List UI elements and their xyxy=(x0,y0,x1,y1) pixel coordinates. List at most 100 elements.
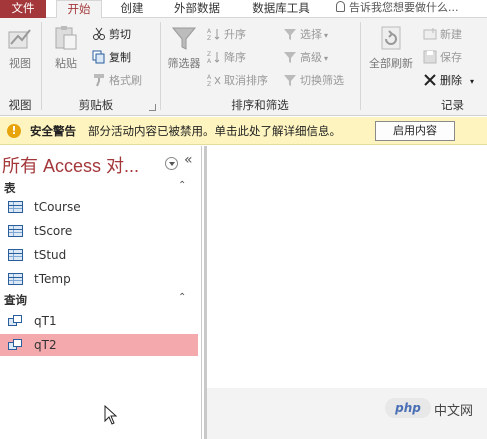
refresh-all-label: 全部刷新 xyxy=(369,57,413,70)
tab-home[interactable]: 开始 xyxy=(56,0,102,19)
clear-sort-button[interactable]: A Z 取消排序 xyxy=(207,72,268,90)
dialog-launcher-icon[interactable] xyxy=(149,104,156,111)
nav-section-label: 查询 xyxy=(4,293,27,307)
table-icon xyxy=(8,225,23,237)
cut-button[interactable]: 剪切 xyxy=(92,26,131,44)
nav-section-tables[interactable]: 表 ⌃ xyxy=(0,179,202,197)
filter-label: 筛选器 xyxy=(167,57,201,70)
svg-text:A: A xyxy=(207,74,212,81)
selection-button[interactable]: 选择 ▾ xyxy=(283,26,328,44)
nav-item-tscore[interactable]: tScore xyxy=(0,220,198,242)
chevron-up-icon[interactable]: ⌃ xyxy=(178,292,186,303)
copy-button[interactable]: 复制 xyxy=(92,49,131,67)
chevron-down-icon: ▾ xyxy=(470,77,475,86)
table-icon xyxy=(8,273,23,285)
funnel-icon xyxy=(170,24,198,52)
copy-icon xyxy=(92,50,106,64)
view-button[interactable]: 视图 xyxy=(2,24,38,71)
table-icon xyxy=(8,249,23,261)
nav-pane-title[interactable]: 所有 Access 对... xyxy=(2,152,139,178)
svg-text:A: A xyxy=(207,58,212,64)
sort-ascending-button[interactable]: A Z 升序 xyxy=(207,26,246,44)
tab-database-tools[interactable]: 数据库工具 xyxy=(242,0,320,18)
nav-item-tcourse[interactable]: tCourse xyxy=(0,196,198,218)
watermark: php 中文网 xyxy=(385,398,485,420)
svg-text:Z: Z xyxy=(207,35,211,41)
security-warning-bar: ! 安全警告 部分活动内容已被禁用。单击此处了解详细信息。 启用内容 xyxy=(0,117,487,145)
nav-section-queries[interactable]: 查询 ⌃ xyxy=(0,291,202,309)
nav-item-ttemp[interactable]: tTemp xyxy=(0,268,198,290)
nav-item-qt1[interactable]: qT1 xyxy=(0,310,198,332)
nav-item-label: tStud xyxy=(34,248,67,262)
security-warning-title: 安全警告 xyxy=(30,124,76,138)
svg-text:Z: Z xyxy=(207,81,211,87)
advanced-filter-icon xyxy=(283,50,297,64)
copy-label: 复制 xyxy=(109,51,131,64)
tell-me-search[interactable]: 告诉我您想要做什么... xyxy=(336,0,459,18)
view-label: 视图 xyxy=(9,57,31,70)
nav-item-label: qT2 xyxy=(34,338,57,352)
filter-button[interactable]: 筛选器 xyxy=(163,24,205,71)
nav-item-label: tScore xyxy=(34,224,73,238)
nav-item-qt2[interactable]: qT2 xyxy=(0,334,198,356)
ribbon: 视图 视图 粘贴 剪切 复制 格式刷 剪贴板 筛选器 A Z 升序 Z A 降序… xyxy=(0,18,487,116)
paste-button[interactable]: 粘贴 xyxy=(48,24,84,71)
tab-external-data[interactable]: 外部数据 xyxy=(164,0,230,18)
paste-label: 粘贴 xyxy=(55,57,77,70)
group-clipboard: 粘贴 剪切 复制 格式刷 剪贴板 xyxy=(42,18,160,116)
refresh-all-button[interactable]: 全部刷新 xyxy=(365,24,417,71)
nav-section-label: 表 xyxy=(4,181,16,195)
save-button[interactable]: 保存 xyxy=(423,49,462,67)
toggle-filter-button[interactable]: 切换筛选 xyxy=(283,72,344,90)
group-sort-filter: 筛选器 A Z 升序 Z A 降序 A Z 取消排序 选择 ▾ 高级 ▾ 切换筛选 排序和筛选 xyxy=(161,18,359,116)
cut-label: 剪切 xyxy=(109,28,131,41)
advanced-label: 高级 xyxy=(300,51,322,64)
nav-dropdown-icon[interactable] xyxy=(165,157,178,170)
group-view-label: 视图 xyxy=(8,98,32,112)
group-records: 全部刷新 新建 保存 删除 ▾ 记录 xyxy=(361,18,487,116)
collapse-pane-icon[interactable]: « xyxy=(184,152,193,168)
query-icon xyxy=(8,315,23,327)
new-record-label: 新建 xyxy=(440,28,462,41)
group-clipboard-label: 剪贴板 xyxy=(78,98,114,112)
chevron-up-icon[interactable]: ⌃ xyxy=(178,180,186,191)
delete-label: 删除 xyxy=(440,74,462,87)
nav-item-label: tCourse xyxy=(34,200,81,214)
php-logo: php xyxy=(385,398,431,418)
advanced-button[interactable]: 高级 ▾ xyxy=(283,49,328,67)
security-warning-message[interactable]: 部分活动内容已被禁用。单击此处了解详细信息。 xyxy=(88,123,341,139)
enable-content-button[interactable]: 启用内容 xyxy=(375,121,455,141)
navigation-pane: 所有 Access 对... « 表 ⌃ tCourse tScore tStu… xyxy=(0,146,202,439)
delete-x-icon xyxy=(423,73,437,87)
paste-icon xyxy=(52,24,80,52)
watermark-text: 中文网 xyxy=(434,404,474,419)
selection-label: 选择 xyxy=(300,28,322,41)
delete-button[interactable]: 删除 ▾ xyxy=(423,72,474,90)
format-painter-button[interactable]: 格式刷 xyxy=(92,72,142,90)
ribbon-tab-bar: 文件 开始 创建 外部数据 数据库工具 告诉我您想要做什么... xyxy=(0,0,487,19)
new-record-icon xyxy=(423,27,437,41)
tab-file[interactable]: 文件 xyxy=(0,0,46,18)
group-records-label: 记录 xyxy=(441,98,464,112)
format-painter-label: 格式刷 xyxy=(109,74,142,87)
lightbulb-icon xyxy=(336,1,345,12)
tab-create[interactable]: 创建 xyxy=(112,0,152,18)
sort-descending-button[interactable]: Z A 降序 xyxy=(207,49,246,67)
sort-ascending-label: 升序 xyxy=(224,28,246,41)
save-label: 保存 xyxy=(440,51,462,64)
svg-text:A: A xyxy=(207,28,212,35)
nav-item-tstud[interactable]: tStud xyxy=(0,244,198,266)
query-icon xyxy=(8,339,23,351)
sort-descending-icon: ZA xyxy=(207,50,221,65)
clear-sort-icon: AZ xyxy=(207,73,221,88)
sort-descending-label: 降序 xyxy=(224,51,246,64)
nav-item-label: qT1 xyxy=(34,314,57,328)
toggle-filter-label: 切换筛选 xyxy=(300,74,344,87)
tell-me-label: 告诉我您想要做什么... xyxy=(349,1,459,14)
nav-item-label: tTemp xyxy=(34,272,71,286)
table-icon xyxy=(8,201,23,213)
sort-ascending-icon: AZ xyxy=(207,27,221,42)
svg-text:Z: Z xyxy=(207,51,211,58)
chevron-down-icon: ▾ xyxy=(324,54,329,63)
new-record-button[interactable]: 新建 xyxy=(423,26,462,44)
